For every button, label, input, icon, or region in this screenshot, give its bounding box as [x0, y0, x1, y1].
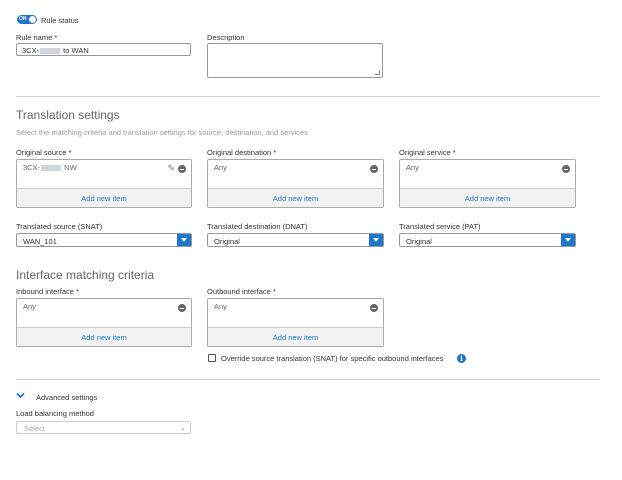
override-snat-label: Override source translation (SNAT) for s… [221, 354, 444, 363]
description-textarea[interactable] [207, 43, 383, 78]
translation-settings-heading: Translation settings [16, 108, 120, 122]
add-new-item-link[interactable]: Add new item [81, 194, 126, 203]
redacted-block [40, 48, 61, 55]
translation-settings-subtitle: Select the matching criteria and transla… [16, 128, 308, 137]
original-destination-label: Original destination * [207, 148, 277, 157]
add-new-item-button[interactable]: Add new item [208, 188, 383, 207]
add-new-item-button[interactable]: Add new item [400, 188, 575, 207]
load-balancing-placeholder: Select [24, 424, 45, 433]
translated-source-label: Translated source (SNAT) [16, 222, 103, 231]
section-divider [16, 379, 600, 380]
translated-service-value: Original [406, 237, 432, 246]
translated-destination-select[interactable]: Original [207, 233, 384, 247]
minus-circle-icon[interactable] [370, 165, 378, 173]
original-service-label: Original service * [399, 148, 456, 157]
add-new-item-button[interactable]: Add new item [208, 327, 383, 346]
list-item: Any [214, 163, 227, 172]
rule-name-input[interactable]: 3CX- to WAN [16, 43, 191, 56]
outbound-interface-label: Outbound interface * [207, 287, 276, 296]
outbound-interface-list: Any Add new item [207, 298, 384, 347]
list-item: Any [23, 302, 36, 311]
toggle-knob [29, 16, 36, 23]
translated-source-value: WAN_101 [23, 237, 57, 246]
rule-name-prefix: 3CX- [22, 46, 40, 55]
minus-circle-icon[interactable] [178, 165, 186, 173]
inbound-interface-list: Any Add new item [16, 298, 192, 347]
translated-service-select[interactable]: Original [399, 233, 576, 247]
list-item: Any [214, 302, 227, 311]
minus-circle-icon[interactable] [178, 304, 186, 312]
caret-down-icon[interactable] [369, 234, 383, 246]
section-divider [16, 96, 600, 97]
source-item-suffix: NW [62, 163, 77, 172]
add-new-item-button[interactable]: Add new item [17, 327, 191, 346]
description-label: Description [207, 33, 245, 42]
chevron-down-icon[interactable] [16, 392, 25, 399]
minus-circle-icon[interactable] [370, 304, 378, 312]
add-new-item-link[interactable]: Add new item [273, 194, 318, 203]
translated-destination-value: Original [214, 237, 240, 246]
load-balancing-select[interactable]: Select ⌄ [16, 421, 191, 434]
add-new-item-link[interactable]: Add new item [81, 333, 126, 342]
pencil-icon[interactable]: ✎ [167, 163, 175, 173]
caret-down-icon[interactable] [177, 234, 191, 246]
minus-circle-icon[interactable] [562, 165, 570, 173]
source-item-prefix: 3CX- [23, 163, 41, 172]
translated-service-label: Translated service (PAT) [399, 222, 481, 231]
add-new-item-link[interactable]: Add new item [273, 333, 318, 342]
add-new-item-link[interactable]: Add new item [465, 194, 510, 203]
rule-name-label: Rule name * [16, 33, 58, 42]
advanced-settings-toggle[interactable]: Advanced settings [36, 393, 97, 402]
add-new-item-button[interactable]: Add new item [17, 188, 191, 207]
list-item: 3CX- NW [23, 163, 77, 172]
original-destination-list: Any Add new item [207, 159, 384, 208]
redacted-block [41, 165, 62, 172]
original-source-label: Original source * [16, 148, 72, 157]
info-icon[interactable]: i [457, 354, 466, 363]
list-item: Any [406, 163, 419, 172]
interface-matching-heading: Interface matching criteria [16, 268, 155, 282]
rule-name-suffix: to WAN [61, 46, 89, 55]
chevron-down-icon: ⌄ [180, 425, 186, 432]
inbound-interface-label: Inbound interface * [16, 287, 79, 296]
rule-status-label: Rule status [41, 16, 79, 25]
translated-destination-label: Translated destination (DNAT) [207, 222, 308, 231]
original-service-list: Any Add new item [399, 159, 576, 208]
toggle-on-text: ON [19, 16, 27, 22]
translated-source-select[interactable]: WAN_101 [16, 233, 192, 247]
original-source-list: 3CX- NW ✎ Add new item [16, 159, 192, 208]
rule-status-toggle[interactable]: ON [17, 15, 37, 24]
caret-down-icon[interactable] [561, 234, 575, 246]
override-snat-checkbox[interactable] [208, 354, 216, 362]
resize-handle-icon[interactable] [375, 70, 380, 75]
load-balancing-label: Load balancing method [16, 409, 94, 418]
